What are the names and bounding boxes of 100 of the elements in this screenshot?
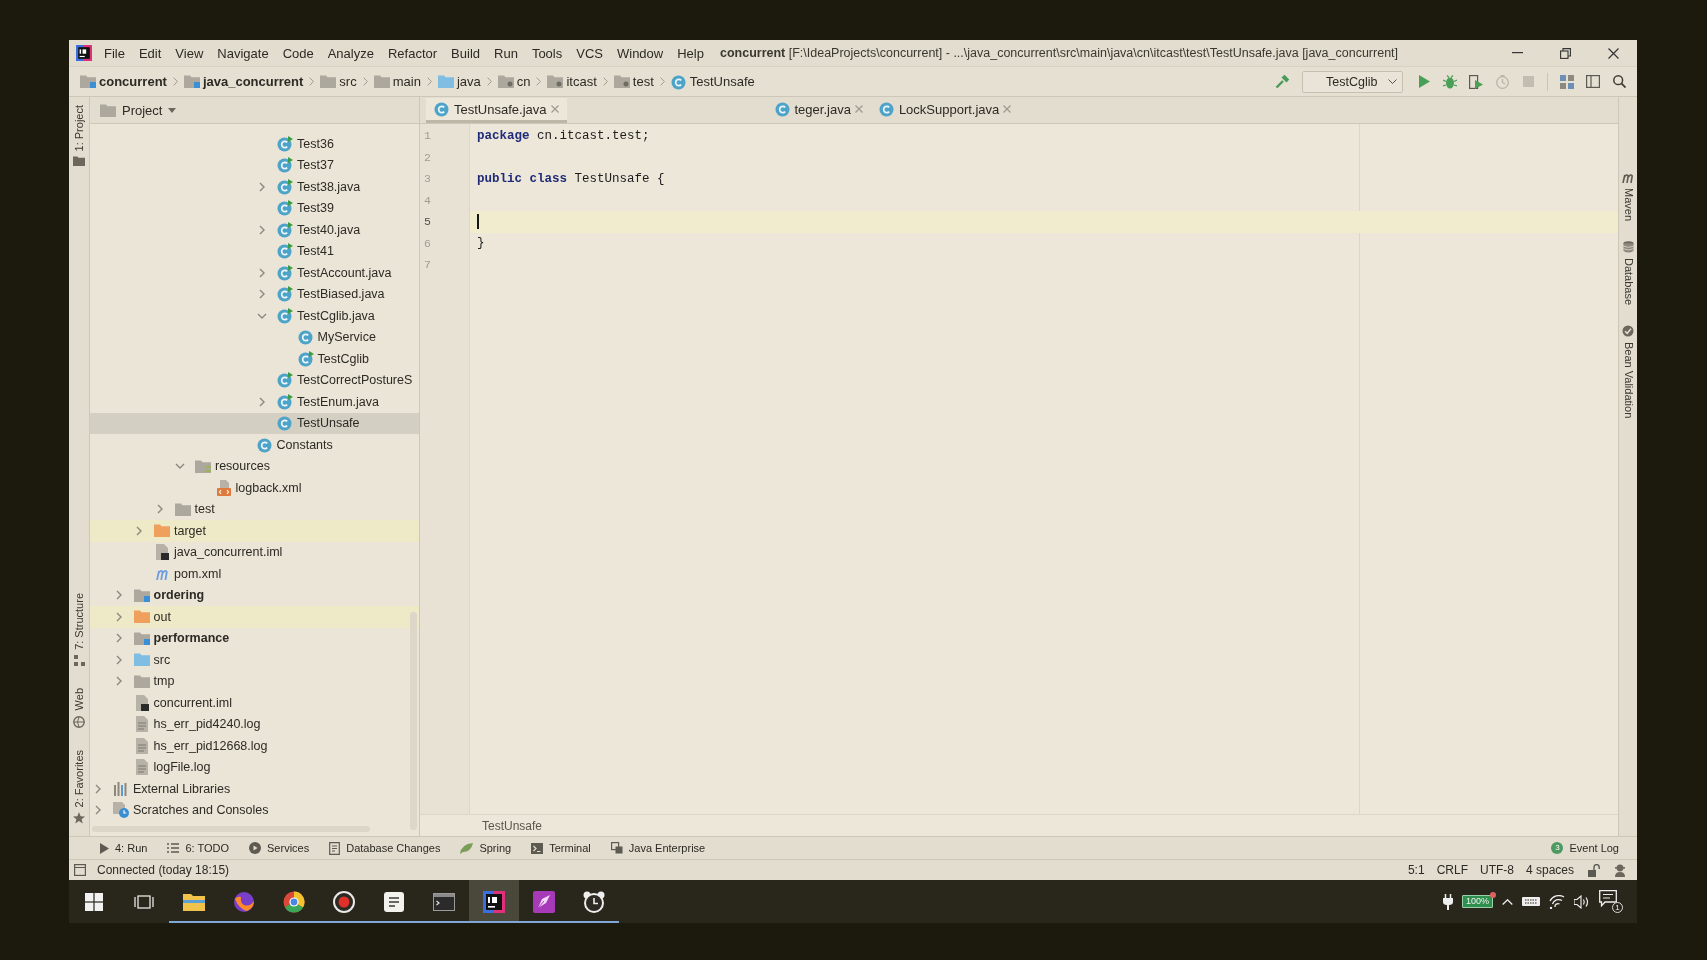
tree-item[interactable]: Test40.java <box>90 219 419 241</box>
tool-window-button[interactable]: 2: Favorites <box>73 749 85 824</box>
run-configuration-dropdown[interactable]: TestCglib <box>1302 70 1403 93</box>
tree-item[interactable]: logFile.log <box>90 756 419 778</box>
tree-item[interactable]: Test37 <box>90 154 419 176</box>
tree-item[interactable]: hs_err_pid4240.log <box>90 713 419 735</box>
tree-item[interactable]: Scratches and Consoles <box>90 799 419 821</box>
status-bar-item[interactable]: UTF-8 <box>1473 863 1520 877</box>
chevron-right-icon[interactable] <box>259 224 265 235</box>
menu-item[interactable]: Refactor <box>380 40 445 66</box>
tool-window-button[interactable]: Services <box>243 838 316 858</box>
chevron-down-icon[interactable] <box>175 463 185 470</box>
chevron-right-icon[interactable] <box>115 676 122 687</box>
tool-window-button[interactable]: 6: TODO <box>161 838 236 858</box>
coverage-icon[interactable] <box>1469 74 1483 89</box>
tree-item[interactable]: MyService <box>90 326 419 348</box>
tool-window-button[interactable]: Terminal <box>525 838 597 858</box>
menu-item[interactable]: Build <box>444 40 487 66</box>
tree-item[interactable]: test <box>90 498 419 520</box>
tool-window-button[interactable]: Database <box>1622 241 1634 306</box>
breadcrumb-item[interactable]: java_concurrent <box>183 74 304 89</box>
tree-item[interactable]: TestCorrectPostureS <box>90 369 419 391</box>
tree-item[interactable]: performance <box>90 627 419 649</box>
menu-item[interactable]: Help <box>670 40 711 66</box>
chevron-right-icon[interactable] <box>115 611 122 622</box>
notification-button[interactable]: 1 <box>1599 890 1623 913</box>
tool-window-button[interactable]: 1: Project <box>73 105 85 167</box>
tree-item[interactable]: TestCglib.java <box>90 305 419 327</box>
chevron-right-icon[interactable] <box>115 590 122 601</box>
status-bar-item[interactable]: 5:1 <box>1401 863 1431 877</box>
menu-item[interactable]: Code <box>275 40 321 66</box>
tree-item[interactable]: Test38.java <box>90 176 419 198</box>
breadcrumb-item[interactable]: concurrent <box>80 74 167 89</box>
breadcrumb-item[interactable]: test <box>613 74 654 89</box>
menu-item[interactable]: VCS <box>569 40 610 66</box>
view-selector-dropdown[interactable]: Project <box>98 102 179 118</box>
editor-tab[interactable]: LockSupport.java <box>870 98 1020 123</box>
bug-icon[interactable] <box>1443 74 1457 89</box>
tree-item[interactable]: TestUnsafe <box>90 412 419 434</box>
tool-window-button[interactable]: Web <box>73 688 85 728</box>
tree-item[interactable]: Test36 <box>90 133 419 155</box>
chevron-right-icon[interactable] <box>115 633 122 644</box>
play-icon[interactable] <box>1418 75 1430 88</box>
tree-item[interactable]: src <box>90 649 419 671</box>
search-icon[interactable] <box>1612 75 1626 88</box>
tree-item[interactable]: TestCglib <box>90 348 419 370</box>
volume-button[interactable] <box>1574 894 1590 909</box>
network-button[interactable] <box>1549 894 1565 909</box>
grid-icon[interactable] <box>1560 74 1574 89</box>
status-bar-item[interactable]: CRLF <box>1430 863 1474 877</box>
chevron-right-icon[interactable] <box>259 267 265 278</box>
chevron-right-icon[interactable] <box>115 654 122 665</box>
tree-item[interactable]: concurrent.iml <box>90 692 419 714</box>
chevron-right-icon[interactable] <box>156 504 163 515</box>
chevron-right-icon[interactable] <box>95 783 101 794</box>
hammer-icon[interactable] <box>1274 74 1290 89</box>
close-icon[interactable] <box>550 105 559 113</box>
chevron-right-icon[interactable] <box>259 396 265 407</box>
close-icon[interactable] <box>854 105 863 113</box>
device-button[interactable] <box>1522 897 1540 906</box>
tree-item[interactable]: logback.xml <box>90 477 419 499</box>
tool-window-button[interactable]: Database Changes <box>323 838 447 858</box>
menu-item[interactable]: File <box>97 40 132 66</box>
menu-item[interactable]: Tools <box>524 40 570 66</box>
menu-item[interactable]: Edit <box>131 40 169 66</box>
status-bar-item[interactable]: 4 spaces <box>1519 863 1580 877</box>
breadcrumb-item[interactable]: cn <box>497 74 531 89</box>
tool-window-button[interactable]: Spring <box>454 838 518 858</box>
lock-icon[interactable] <box>1588 863 1600 877</box>
editor-tab[interactable]: TestUnsafe.java <box>426 98 567 123</box>
close-icon[interactable] <box>1003 105 1012 113</box>
tool-window-button[interactable]: Java Enterprise <box>604 838 712 858</box>
breadcrumb-item[interactable]: src <box>320 74 357 89</box>
chevron-right-icon[interactable] <box>95 805 101 816</box>
tool-window-button[interactable]: Maven <box>1622 172 1634 222</box>
chevron-right-icon[interactable] <box>259 289 265 300</box>
tree-item[interactable]: Constants <box>90 434 419 456</box>
power-button[interactable] <box>1442 893 1453 910</box>
tree-item[interactable]: External Libraries <box>90 778 419 800</box>
tree-item[interactable]: TestBiased.java <box>90 283 419 305</box>
tree-item[interactable]: Test41 <box>90 240 419 262</box>
menu-item[interactable]: Navigate <box>210 40 276 66</box>
tool-window-button[interactable]: Bean Validation <box>1622 325 1634 419</box>
window-icon[interactable] <box>74 864 86 876</box>
tray-expand-button[interactable] <box>1502 898 1513 905</box>
stop-icon[interactable] <box>1522 76 1534 87</box>
tool-window-button[interactable]: 7: Structure <box>73 593 85 667</box>
tree-item[interactable]: TestAccount.java <box>90 262 419 284</box>
breadcrumb-item[interactable]: java <box>437 74 481 89</box>
tool-window-button[interactable]: 4: Run <box>94 838 154 858</box>
layout-icon[interactable] <box>1586 75 1600 88</box>
breadcrumb-item[interactable]: itcast <box>547 74 597 89</box>
editor-tab[interactable]: teger.java <box>766 98 871 123</box>
chevron-down-icon[interactable] <box>257 312 267 319</box>
person-icon[interactable] <box>1614 863 1626 877</box>
editor-breadcrumb[interactable]: TestUnsafe <box>482 818 543 833</box>
tree-item[interactable]: ordering <box>90 584 419 606</box>
tree-item[interactable]: tmp <box>90 670 419 692</box>
menu-item[interactable]: Run <box>487 40 525 66</box>
tree-item[interactable]: hs_err_pid12668.log <box>90 735 419 757</box>
